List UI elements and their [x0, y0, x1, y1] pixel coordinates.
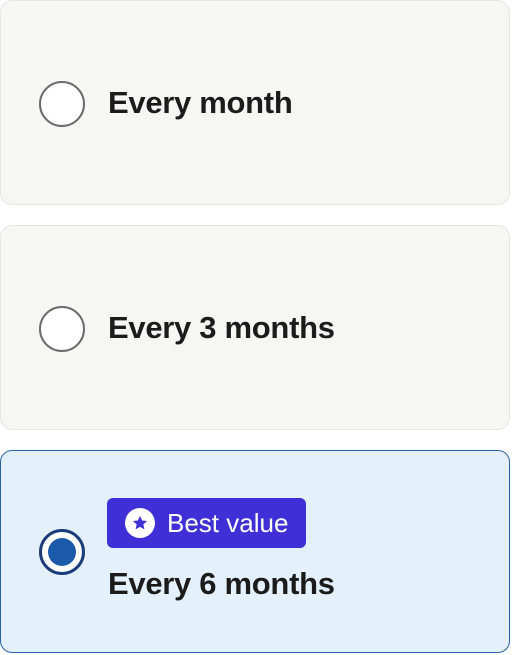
option-every-3-months[interactable]: Every 3 months [0, 225, 510, 430]
option-label: Every 6 months [108, 566, 335, 601]
best-value-badge: Best value [107, 498, 307, 548]
option-every-month[interactable]: Every month [0, 0, 510, 205]
radio-selected-dot [48, 538, 76, 566]
radio-every-6-months[interactable] [39, 529, 85, 575]
star-icon [125, 508, 155, 538]
badge-label: Best value [167, 507, 289, 538]
radio-every-month[interactable] [39, 81, 85, 127]
option-label: Every month [108, 85, 293, 120]
frequency-options: Every month Every 3 months Best value Ev… [0, 0, 512, 655]
radio-every-3-months[interactable] [39, 306, 85, 352]
option-label: Every 3 months [108, 310, 335, 345]
option-every-6-months[interactable]: Best value Every 6 months [0, 450, 510, 653]
